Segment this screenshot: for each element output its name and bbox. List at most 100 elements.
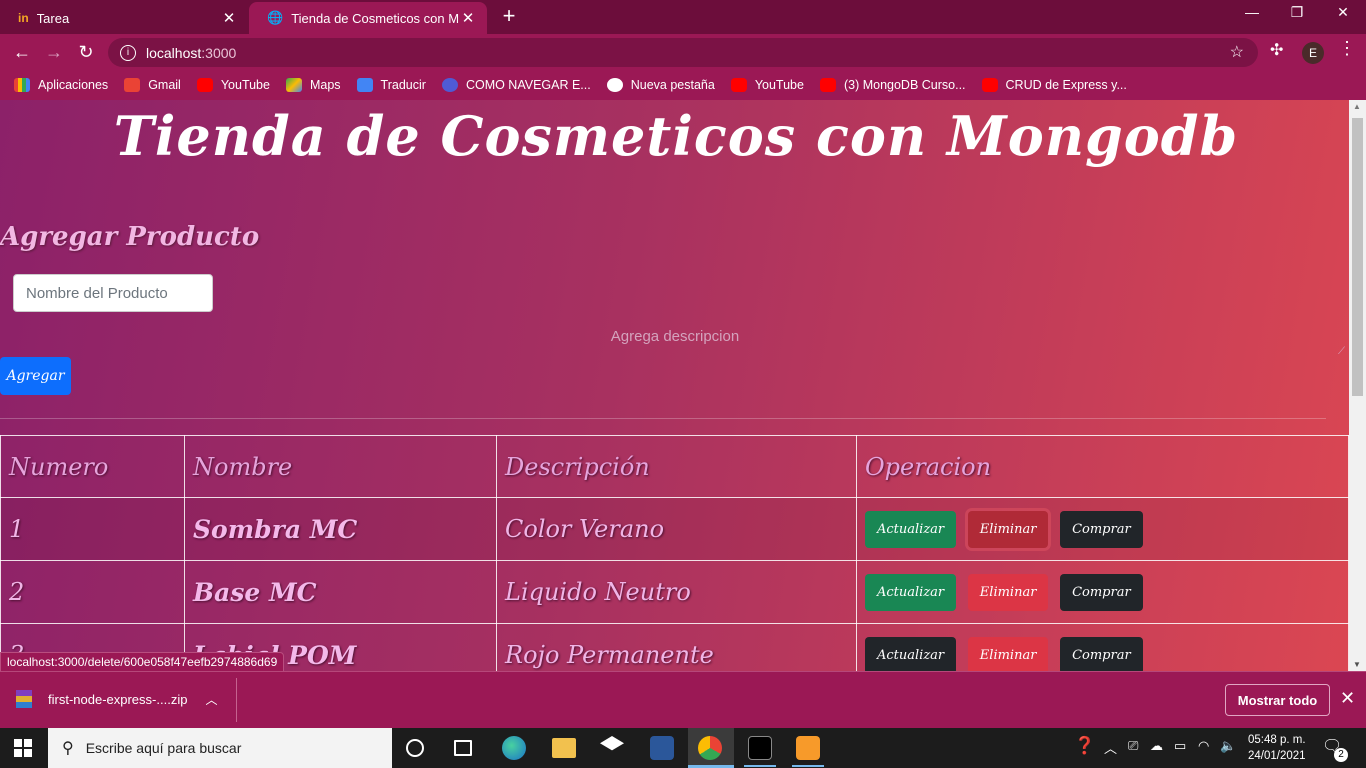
maps-icon — [285, 78, 302, 92]
cell-numero: 2 — [0, 560, 185, 624]
bookmark-youtube-2[interactable]: YouTube — [730, 78, 804, 92]
tab-title: Tienda de Cosmeticos con Mongodb — [291, 10, 459, 26]
chrome-icon[interactable] — [698, 736, 722, 760]
delete-button[interactable]: Eliminar — [967, 636, 1049, 671]
download-item[interactable]: first-node-express-....zip ︿ — [16, 690, 217, 708]
restore-icon[interactable]: ❐ — [1287, 4, 1307, 21]
update-button[interactable]: Actualizar — [865, 510, 957, 548]
bookmark-label: Nueva pestaña — [630, 78, 715, 92]
clock-time: 05:48 p. m. — [1248, 734, 1306, 746]
terminal-icon[interactable] — [748, 736, 772, 760]
bookmark-label: CRUD de Express y... — [1005, 78, 1127, 92]
edge-icon[interactable] — [502, 736, 526, 760]
table-header-row: Numero Nombre Descripción Operacion — [0, 435, 1349, 498]
dropbox-icon[interactable] — [600, 736, 624, 751]
menu-icon[interactable]: ⋮ — [1338, 38, 1356, 59]
update-button[interactable]: Actualizar — [865, 636, 957, 671]
taskbar-search[interactable]: ⚲ Escribe aquí para buscar — [48, 728, 392, 768]
header-numero: Numero — [0, 435, 185, 498]
address-bar[interactable]: i localhost:3000 ☆ — [108, 38, 1258, 67]
notification-count-badge: 2 — [1334, 748, 1348, 762]
profile-avatar[interactable]: E — [1302, 42, 1324, 64]
tab-title: Tarea — [36, 10, 70, 26]
bookmark-traducir[interactable]: Traducir — [356, 78, 426, 92]
scrollbar-thumb[interactable] — [1352, 118, 1363, 396]
product-name-input[interactable] — [13, 274, 213, 312]
reload-icon[interactable]: ↻ — [74, 40, 98, 64]
close-window-icon[interactable]: ✕ — [1333, 4, 1353, 21]
close-shelf-icon[interactable]: ✕ — [1340, 688, 1355, 709]
buy-button[interactable]: Comprar — [1060, 510, 1143, 548]
update-button[interactable]: Actualizar — [865, 573, 957, 611]
cell-operacion: Actualizar Eliminar Comprar — [856, 623, 1349, 671]
volume-icon[interactable]: 🔈 — [1220, 738, 1236, 754]
divider — [0, 418, 1326, 419]
task-view-icon[interactable] — [454, 740, 472, 756]
file-explorer-icon[interactable] — [552, 738, 576, 758]
meet-now-icon[interactable]: ⎚ — [1128, 738, 1138, 754]
product-description-textarea[interactable] — [0, 320, 1350, 356]
table-row: 2 Base MC Liquido Neutro Actualizar Elim… — [0, 560, 1349, 624]
tab-strip: in Tarea ✕ 🌐 Tienda de Cosmeticos con Mo… — [0, 0, 1366, 34]
back-icon[interactable]: ← — [10, 40, 34, 64]
delete-button[interactable]: Eliminar — [967, 510, 1049, 548]
bookmark-maps[interactable]: Maps — [285, 78, 341, 92]
word-icon[interactable] — [650, 736, 674, 760]
add-product-button[interactable]: Agregar — [0, 357, 71, 395]
zip-file-icon — [16, 690, 32, 708]
tab-tienda[interactable]: 🌐 Tienda de Cosmeticos con Mongodb ✕ — [249, 2, 487, 34]
table-row: 1 Sombra MC Color Verano Actualizar Elim… — [0, 497, 1349, 561]
tab-tarea[interactable]: in Tarea ✕ — [0, 2, 248, 34]
chevron-up-icon[interactable]: ︿ — [205, 691, 217, 708]
taskbar-clock[interactable]: 05:48 p. m. 24/01/2021 — [1248, 732, 1306, 764]
bookmarks-bar: Aplicaciones Gmail YouTube Maps Traducir… — [0, 70, 1366, 100]
bookmark-aplicaciones[interactable]: Aplicaciones — [14, 78, 108, 92]
cell-descripcion: Rojo Permanente — [496, 623, 857, 671]
bookmark-label: Gmail — [148, 78, 181, 92]
bookmark-crud-express[interactable]: CRUD de Express y... — [981, 78, 1127, 92]
bookmark-youtube[interactable]: YouTube — [196, 78, 270, 92]
tab-close-icon[interactable]: ✕ — [220, 9, 238, 27]
new-tab-button[interactable]: + — [498, 5, 520, 27]
buy-button[interactable]: Comprar — [1060, 573, 1143, 611]
forward-icon[interactable]: → — [42, 40, 66, 64]
resize-handle-icon[interactable]: ⟋ — [1338, 346, 1345, 357]
delete-button[interactable]: Eliminar — [967, 573, 1049, 611]
youtube-icon — [981, 78, 998, 92]
status-bar-url: localhost:3000/delete/600e058f47eefb2974… — [0, 652, 285, 671]
cell-numero: 1 — [0, 497, 185, 561]
scroll-up-icon[interactable]: ▲ — [1353, 102, 1361, 111]
wifi-icon[interactable]: ◠ — [1198, 738, 1209, 754]
search-placeholder: Escribe aquí para buscar — [85, 740, 242, 756]
scroll-down-icon[interactable]: ▼ — [1353, 660, 1361, 669]
bookmark-como-navegar[interactable]: COMO NAVEGAR E... — [441, 78, 591, 92]
show-all-downloads-button[interactable]: Mostrar todo — [1225, 684, 1330, 716]
bookmark-gmail[interactable]: Gmail — [124, 78, 181, 92]
shelf-divider — [236, 678, 237, 722]
bookmark-mongodb-curso[interactable]: (3) MongoDB Curso... — [819, 78, 966, 92]
browser-toolbar: ← → ↻ i localhost:3000 ☆ — [0, 34, 1366, 70]
extensions-icon[interactable]: ✣ — [1270, 40, 1283, 60]
onedrive-icon[interactable]: ☁ — [1150, 738, 1163, 754]
windows-start-icon[interactable] — [14, 739, 32, 757]
bookmark-label: COMO NAVEGAR E... — [465, 78, 591, 92]
search-icon: ⚲ — [62, 740, 74, 757]
page-viewport: Tienda de Cosmeticos con Mongodb Agregar… — [0, 100, 1366, 671]
tab-close-icon[interactable]: ✕ — [459, 9, 477, 27]
clock-date: 24/01/2021 — [1248, 750, 1306, 762]
globe-icon — [441, 78, 458, 92]
cell-descripcion: Liquido Neutro — [496, 560, 857, 624]
windows-taskbar: ⚲ Escribe aquí para buscar ❓ ︿ ⎚ ☁ ▭ ◠ 🔈… — [0, 728, 1366, 768]
cortana-icon[interactable] — [406, 739, 424, 757]
help-icon[interactable]: ❓ — [1074, 736, 1095, 756]
sublime-text-icon[interactable] — [796, 736, 820, 760]
battery-icon[interactable]: ▭ — [1174, 738, 1186, 754]
page-scrollbar[interactable]: ▲ ▼ — [1349, 100, 1366, 671]
minimize-icon[interactable]: — — [1242, 4, 1262, 20]
chevron-up-icon[interactable]: ︿ — [1104, 738, 1117, 757]
bookmark-nueva-pestana[interactable]: Nueva pestaña — [606, 78, 715, 92]
bookmark-star-icon[interactable]: ☆ — [1230, 42, 1244, 62]
buy-button[interactable]: Comprar — [1060, 636, 1143, 671]
globe-icon: 🌐 — [267, 10, 284, 25]
site-info-icon[interactable]: i — [120, 44, 136, 61]
